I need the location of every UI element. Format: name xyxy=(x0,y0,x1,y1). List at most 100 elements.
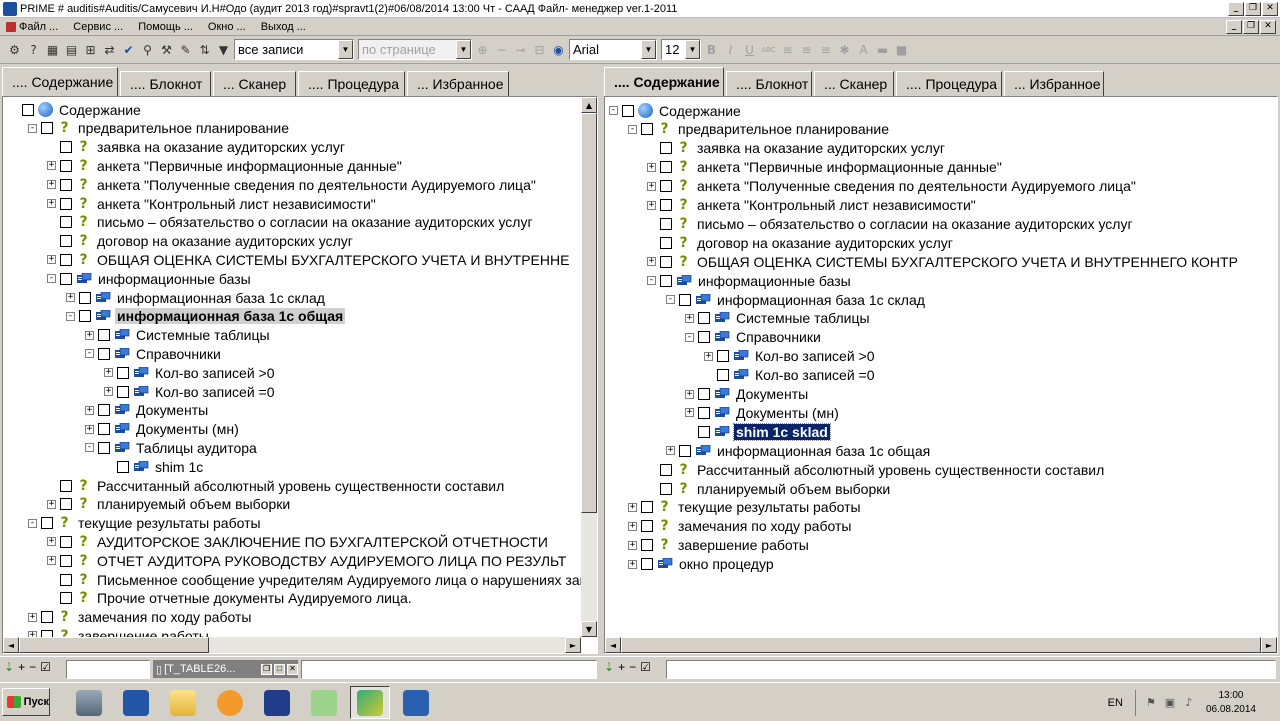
scroll-right-icon[interactable]: ► xyxy=(1261,637,1277,653)
clock[interactable]: 13:00 06.08.2014 xyxy=(1206,689,1256,717)
tree-node-checkbox[interactable] xyxy=(698,425,710,438)
records-filter-select[interactable]: все записи ▼ xyxy=(234,39,354,60)
expand-icon[interactable]: + xyxy=(685,389,694,399)
expand-icon[interactable]: + xyxy=(647,181,656,191)
tree-node[interactable]: -? текущие результаты работы xyxy=(28,514,263,533)
collapse-icon[interactable]: - xyxy=(47,274,56,284)
align-center-icon[interactable]: ≡ xyxy=(798,41,815,58)
collapse-icon[interactable]: - xyxy=(28,518,37,528)
tree-node[interactable]: - информационные базы xyxy=(47,269,253,288)
tree-node[interactable]: - Справочники xyxy=(85,344,223,363)
tree-node[interactable]: + окно процедур xyxy=(628,555,776,574)
mdi-restore-button[interactable]: ❐ xyxy=(1243,20,1259,34)
tree-node-checkbox[interactable] xyxy=(641,520,653,533)
tree-node[interactable]: - информационная база 1с общая xyxy=(66,307,346,326)
tree-node-checkbox[interactable] xyxy=(60,178,72,191)
tree-node[interactable]: ? письмо – обязательство о согласии на ок… xyxy=(47,213,535,232)
tree-node[interactable]: ? планируемый объем выборки xyxy=(647,479,892,498)
tree-node[interactable]: +? анкета "Первичные информационные данны… xyxy=(647,158,1004,177)
per-page-select[interactable]: по странице ▼ xyxy=(358,39,472,60)
tree-node-checkbox[interactable] xyxy=(698,331,710,344)
tree-node-checkbox[interactable] xyxy=(98,423,110,436)
wand-icon[interactable]: ✎ xyxy=(177,41,194,58)
tree-node-checkbox[interactable] xyxy=(679,293,691,306)
tree-node-checkbox[interactable] xyxy=(60,573,72,586)
left-tab-notebook[interactable]: .... Блокнот xyxy=(120,71,211,96)
left-add-button[interactable]: + xyxy=(18,660,25,674)
tree-icon[interactable]: ⊞ xyxy=(82,41,99,58)
close-button[interactable]: ✕ xyxy=(1262,1,1278,16)
tree-node-checkbox[interactable] xyxy=(117,385,129,398)
expand-icon[interactable]: + xyxy=(47,537,56,547)
right-horizontal-scrollbar[interactable]: ◄ ► xyxy=(605,637,1277,653)
tree-node-checkbox[interactable] xyxy=(41,611,53,624)
tree-node[interactable]: -? предварительное планирование xyxy=(628,120,891,139)
bullet-icon[interactable]: ✱ xyxy=(836,41,853,58)
tree-node[interactable]: shim 1c sklad xyxy=(685,422,831,441)
expand-icon[interactable]: + xyxy=(47,556,56,566)
tree-node[interactable]: ? заявка на оказание аудиторских услуг xyxy=(47,138,347,157)
restore-icon[interactable]: ❐ xyxy=(261,663,272,675)
tree-node-checkbox[interactable] xyxy=(660,255,672,268)
italic-button[interactable]: I xyxy=(722,41,739,58)
tree-node-checkbox[interactable] xyxy=(660,217,672,230)
left-check-button[interactable]: ☑ xyxy=(40,660,51,674)
tree-node[interactable]: +? текущие результаты работы xyxy=(628,498,863,517)
scroll-left-icon[interactable]: ◄ xyxy=(605,637,621,653)
tree-node[interactable]: +? ОБЩАЯ ОЦЕНКА СИСТЕМЫ БУХГАЛТЕРСКОГО УЧ… xyxy=(647,252,1240,271)
tree-node-checkbox[interactable] xyxy=(60,216,72,229)
chevron-down-icon[interactable]: ▼ xyxy=(338,40,353,59)
expand-icon[interactable]: + xyxy=(66,293,75,302)
collapse-icon[interactable]: - xyxy=(85,443,94,453)
tree-node-checkbox[interactable] xyxy=(98,404,110,417)
taskbar-powershell[interactable] xyxy=(116,686,156,719)
tree-node[interactable]: +? замечания по ходу работы xyxy=(628,517,853,536)
tree-node-checkbox[interactable] xyxy=(660,274,672,287)
tree-node[interactable]: ? заявка на оказание аудиторских услуг xyxy=(647,139,947,158)
left-tree-mode-icon[interactable]: ⇣ xyxy=(4,660,14,674)
tree-node-checkbox[interactable] xyxy=(660,482,672,495)
tree-node-checkbox[interactable] xyxy=(660,142,672,155)
left-tab-scanner[interactable]: ... Сканер xyxy=(213,71,296,96)
tree-node-checkbox[interactable] xyxy=(98,441,110,454)
right-hscroll-thumb[interactable] xyxy=(621,637,1261,653)
font-color-icon[interactable]: A xyxy=(855,41,872,58)
taskbar-fox-app[interactable] xyxy=(210,686,250,719)
left-status-field-2[interactable] xyxy=(301,660,597,679)
tree-node[interactable]: ? Письменное сообщение учредителям Аудиру… xyxy=(47,570,588,589)
maximize-button[interactable]: ❐ xyxy=(1245,1,1261,16)
tree-node[interactable]: ? договор на оказание аудиторских услуг xyxy=(647,233,955,252)
scroll-down-icon[interactable]: ▼ xyxy=(581,621,597,637)
tree-node[interactable]: ? письмо – обязательство о согласии на ок… xyxy=(647,214,1135,233)
close-icon[interactable]: ✕ xyxy=(287,663,298,675)
strikethrough-button[interactable]: ABC xyxy=(760,41,777,58)
tree-node[interactable]: - Таблицы аудитора xyxy=(85,438,259,457)
tree-node-checkbox[interactable] xyxy=(117,460,129,473)
highlight-icon[interactable]: ▬ xyxy=(874,41,891,58)
menu-exit[interactable]: Выход ... xyxy=(255,21,315,33)
expand-icon[interactable]: + xyxy=(28,612,37,622)
tree-node[interactable]: - информационные базы xyxy=(647,271,853,290)
left-hscroll-thumb[interactable] xyxy=(19,637,209,653)
language-indicator[interactable]: EN xyxy=(1108,697,1123,709)
expand-icon[interactable]: + xyxy=(47,255,56,265)
mdi-close-button[interactable]: ✕ xyxy=(1260,20,1276,34)
left-tab-procedure[interactable]: .... Процедура xyxy=(298,71,405,96)
menu-window[interactable]: Окно ... xyxy=(202,21,255,33)
paste-icon[interactable]: ⊟ xyxy=(531,41,548,58)
collapse-icon[interactable]: - xyxy=(666,295,675,304)
tree-node[interactable]: + Документы (мн) xyxy=(85,420,241,439)
left-tree[interactable]: Содержание -? предварительное планирование… xyxy=(2,96,598,654)
tree-node[interactable]: +? анкета "Полученные сведения по деятель… xyxy=(647,177,1138,196)
scroll-right-icon[interactable]: ► xyxy=(565,637,581,653)
align-right-icon[interactable]: ≡ xyxy=(817,41,834,58)
settings-icon[interactable]: ⚒ xyxy=(158,41,175,58)
tree-node-checkbox[interactable] xyxy=(60,498,72,511)
tree-node-checkbox[interactable] xyxy=(60,159,72,172)
tree-node[interactable]: + Кол-во записей >0 xyxy=(104,363,277,382)
network-icon[interactable]: ▣ xyxy=(1163,696,1177,710)
tree-node[interactable]: - Содержание xyxy=(609,101,743,120)
tree-node[interactable]: shim 1c xyxy=(104,457,205,476)
collapse-icon[interactable]: - xyxy=(28,123,37,133)
tree-node-checkbox[interactable] xyxy=(79,291,91,304)
